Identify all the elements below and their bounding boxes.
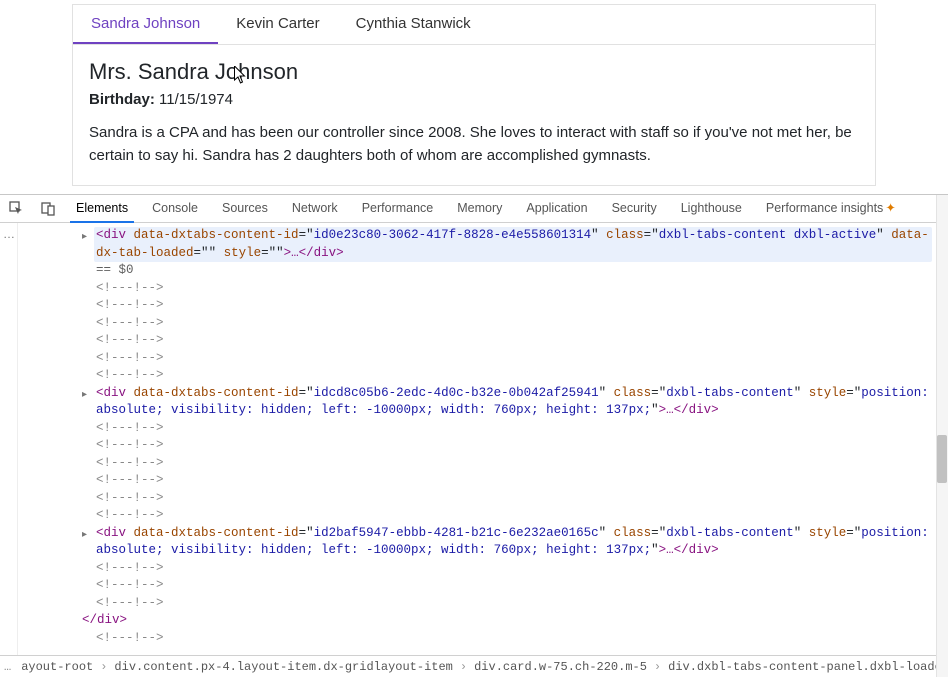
devtools-gutter: … bbox=[0, 223, 18, 655]
elements-tree-line[interactable]: <div data-dxtabs-content-id="idcd8c05b6-… bbox=[96, 385, 948, 420]
elements-tree-line[interactable]: <!---!--> bbox=[96, 332, 948, 350]
elements-tree[interactable]: <div data-dxtabs-content-id="id0e23c80-3… bbox=[18, 223, 948, 655]
elements-tree-line[interactable]: </div> bbox=[82, 612, 948, 630]
breadcrumb-item[interactable]: div.content.px-4.layout-item.dx-gridlayo… bbox=[108, 656, 458, 677]
tabs-header: Sandra Johnson Kevin Carter Cynthia Stan… bbox=[73, 5, 875, 45]
devtools-tab-sources[interactable]: Sources bbox=[216, 195, 274, 223]
scrollbar[interactable] bbox=[936, 195, 948, 677]
breadcrumb-more-left[interactable]: … bbox=[0, 660, 15, 674]
devtools-panel: Elements Console Sources Network Perform… bbox=[0, 194, 948, 677]
devtools-tab-memory[interactable]: Memory bbox=[451, 195, 508, 223]
elements-tree-line[interactable]: <!---!--> bbox=[96, 280, 948, 298]
elements-tree-line[interactable]: <!---!--> bbox=[96, 490, 948, 508]
breadcrumb-item[interactable]: div.dxbl-tabs-content-panel.dxbl-loaded bbox=[662, 656, 948, 677]
elements-tree-line[interactable]: <!---!--> bbox=[96, 507, 948, 525]
elements-tree-line[interactable]: <!---!--> bbox=[96, 630, 948, 648]
device-toggle-icon[interactable] bbox=[38, 199, 58, 219]
elements-tree-line[interactable]: <div data-dxtabs-content-id="id0e23c80-3… bbox=[96, 227, 948, 280]
devtools-toolbar: Elements Console Sources Network Perform… bbox=[0, 195, 948, 223]
birthday-label: Birthday: bbox=[89, 91, 155, 108]
devtools-tab-network[interactable]: Network bbox=[286, 195, 344, 223]
devtools-tab-application[interactable]: Application bbox=[520, 195, 593, 223]
breadcrumb-item[interactable]: div.card.w-75.ch-220.m-5 bbox=[468, 656, 653, 677]
elements-tree-line[interactable]: <!---!--> bbox=[96, 315, 948, 333]
elements-breadcrumbs: … ayout-root› div.content.px-4.layout-it… bbox=[0, 655, 948, 677]
breadcrumb-item[interactable]: ayout-root bbox=[15, 656, 99, 677]
inspect-icon[interactable] bbox=[6, 199, 26, 219]
devtools-tab-lighthouse[interactable]: Lighthouse bbox=[675, 195, 748, 223]
elements-tree-line[interactable]: <!---!--> bbox=[96, 472, 948, 490]
devtools-tab-performance-insights[interactable]: Performance insights✦ bbox=[760, 194, 902, 223]
elements-tree-line[interactable]: <div data-dxtabs-content-id="id2baf5947-… bbox=[96, 525, 948, 560]
elements-tree-line[interactable]: <!---!--> bbox=[96, 455, 948, 473]
tab-kevin-carter[interactable]: Kevin Carter bbox=[218, 5, 337, 44]
elements-tree-line[interactable]: <!---!--> bbox=[96, 437, 948, 455]
insights-star-icon: ✦ bbox=[885, 201, 895, 215]
elements-tree-line[interactable]: <!---!--> bbox=[96, 297, 948, 315]
tab-sandra-johnson[interactable]: Sandra Johnson bbox=[73, 5, 218, 44]
elements-tree-line[interactable]: <!---!--> bbox=[96, 595, 948, 613]
devtools-tab-security[interactable]: Security bbox=[606, 195, 663, 223]
birthday-value: 11/15/1974 bbox=[159, 91, 233, 108]
tab-cynthia-stanwick[interactable]: Cynthia Stanwick bbox=[338, 5, 489, 44]
description-text: Sandra is a CPA and has been our control… bbox=[89, 122, 859, 167]
devtools-tab-console[interactable]: Console bbox=[146, 195, 204, 223]
elements-tree-line[interactable]: <!---!--> bbox=[96, 420, 948, 438]
app-card: Sandra Johnson Kevin Carter Cynthia Stan… bbox=[72, 4, 876, 186]
page-title: Mrs. Sandra Johnson bbox=[89, 59, 859, 85]
elements-tree-line[interactable]: <!---!--> bbox=[96, 577, 948, 595]
devtools-tab-elements[interactable]: Elements bbox=[70, 195, 134, 223]
devtools-tab-performance[interactable]: Performance bbox=[356, 195, 440, 223]
elements-tree-line[interactable]: <!---!--> bbox=[96, 560, 948, 578]
scrollbar-thumb[interactable] bbox=[937, 435, 947, 483]
elements-tree-line[interactable]: <!---!--> bbox=[96, 350, 948, 368]
elements-tree-line[interactable]: <!---!--> bbox=[96, 367, 948, 385]
tab-content: Mrs. Sandra Johnson Birthday: 11/15/1974… bbox=[73, 45, 875, 185]
birthday-row: Birthday: 11/15/1974 bbox=[89, 91, 859, 108]
